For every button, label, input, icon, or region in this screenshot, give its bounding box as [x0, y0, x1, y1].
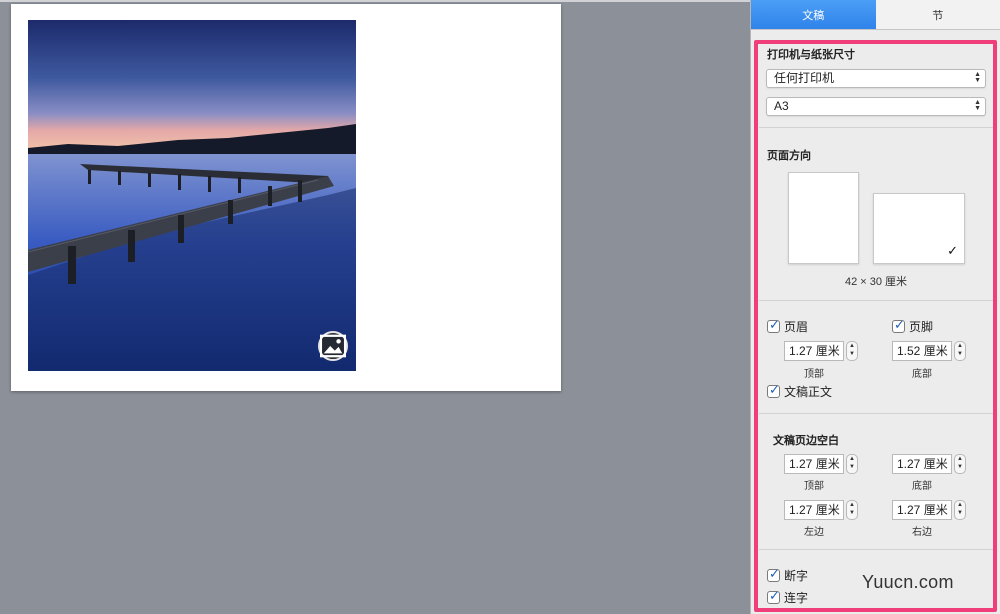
- stepper-arrows-icon[interactable]: ▲ ▼: [954, 454, 966, 474]
- replace-image-button[interactable]: [318, 331, 348, 361]
- footer-distance-field[interactable]: 1.52 厘米: [892, 341, 952, 361]
- header-label: 页眉: [784, 320, 809, 334]
- tab-section[interactable]: 节: [875, 0, 1000, 29]
- right-margin-stepper[interactable]: 1.27 厘米 ▲ ▼: [892, 500, 968, 520]
- first-option-label: 断字: [784, 569, 809, 583]
- checkbox-checked-icon: [767, 317, 780, 333]
- document-body-checkbox[interactable]: 文稿正文: [767, 382, 833, 400]
- paper-size-select[interactable]: A3 ▲ ▼: [766, 97, 986, 116]
- landscape-orientation-option[interactable]: ✓: [873, 193, 965, 264]
- lake-pier-photo[interactable]: [28, 20, 356, 371]
- footer-label: 页脚: [909, 320, 934, 334]
- watermark-text: Yuucn.com: [862, 572, 954, 592]
- select-stepper-icon: ▲ ▼: [974, 99, 981, 112]
- margins-section-title: 文稿页边空白: [773, 435, 839, 447]
- stepper-arrows-icon[interactable]: ▲ ▼: [846, 341, 858, 361]
- header-checkbox[interactable]: 页眉: [767, 317, 809, 335]
- section-divider: [759, 300, 993, 301]
- footer-distance-stepper[interactable]: 1.52 厘米 ▲ ▼: [892, 341, 968, 361]
- printer-section-title: 打印机与纸张尺寸: [767, 49, 855, 61]
- top-margin-caption: 顶部: [804, 481, 824, 492]
- left-margin-caption: 左边: [804, 527, 824, 538]
- document-body-label: 文稿正文: [784, 385, 833, 399]
- checkbox-checked-icon: [767, 588, 780, 604]
- checkbox-checked-icon: [767, 382, 780, 398]
- checkbox-checked-icon: [892, 317, 905, 333]
- top-margin-field[interactable]: 1.27 厘米: [784, 454, 844, 474]
- document-inspector: 文稿 节 打印机与纸张尺寸 任何打印机 ▲ ▼ A3 ▲ ▼ 页面方向 ✓ 42 ×…: [750, 0, 1000, 614]
- printer-select[interactable]: 任何打印机 ▲ ▼: [766, 69, 986, 88]
- first-option-checkbox[interactable]: 断字: [767, 566, 809, 584]
- portrait-orientation-option[interactable]: [788, 172, 859, 264]
- section-divider: [759, 127, 993, 128]
- select-stepper-icon: ▲ ▼: [974, 71, 981, 84]
- footer-checkbox[interactable]: 页脚: [892, 317, 934, 335]
- header-distance-field[interactable]: 1.27 厘米: [784, 341, 844, 361]
- document-canvas: [0, 0, 750, 614]
- paper-dimensions-label: 42 × 30 厘米: [844, 276, 908, 288]
- tab-document[interactable]: 文稿: [751, 0, 876, 29]
- left-margin-field[interactable]: 1.27 厘米: [784, 500, 844, 520]
- stepper-arrows-icon[interactable]: ▲ ▼: [846, 500, 858, 520]
- image-icon: [320, 334, 346, 358]
- section-divider: [759, 413, 993, 414]
- section-divider: [759, 549, 993, 550]
- hyphenation-checkbox[interactable]: 连字: [767, 588, 809, 606]
- checkmark-icon: ✓: [947, 243, 958, 258]
- bottom-margin-field[interactable]: 1.27 厘米: [892, 454, 952, 474]
- stepper-arrows-icon[interactable]: ▲ ▼: [846, 454, 858, 474]
- bottom-margin-caption: 底部: [912, 481, 932, 492]
- header-distance-stepper[interactable]: 1.27 厘米 ▲ ▼: [784, 341, 860, 361]
- orientation-section-title: 页面方向: [767, 150, 811, 162]
- printer-select-value: 任何打印机: [774, 71, 835, 85]
- stepper-arrows-icon[interactable]: ▲ ▼: [954, 341, 966, 361]
- right-margin-field[interactable]: 1.27 厘米: [892, 500, 952, 520]
- footer-distance-caption: 底部: [912, 369, 932, 380]
- right-margin-caption: 右边: [912, 527, 932, 538]
- stepper-arrows-icon[interactable]: ▲ ▼: [954, 500, 966, 520]
- checkbox-checked-icon: [767, 566, 780, 582]
- hyphenation-label: 连字: [784, 591, 809, 605]
- paper-size-value: A3: [774, 99, 789, 113]
- left-margin-stepper[interactable]: 1.27 厘米 ▲ ▼: [784, 500, 860, 520]
- photo-image: [28, 20, 356, 371]
- bottom-margin-stepper[interactable]: 1.27 厘米 ▲ ▼: [892, 454, 968, 474]
- header-distance-caption: 顶部: [804, 369, 824, 380]
- inspector-tabs: 文稿 节: [751, 0, 1000, 30]
- top-margin-stepper[interactable]: 1.27 厘米 ▲ ▼: [784, 454, 860, 474]
- document-page[interactable]: [11, 4, 561, 391]
